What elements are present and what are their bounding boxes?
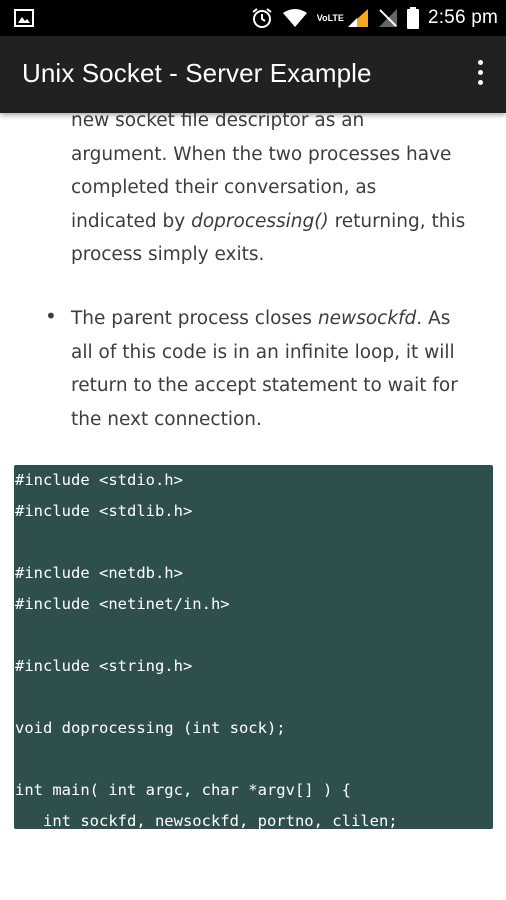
text-line: argument. When the two processes have — [71, 143, 452, 165]
code-line: #include <netdb.h> — [15, 564, 183, 582]
code-line: #include <stdlib.h> — [15, 502, 193, 520]
code-block[interactable]: #include <stdio.h> #include <stdlib.h> #… — [14, 465, 493, 829]
paragraph-1: new socket file descriptor as an argumen… — [71, 113, 496, 272]
clock: 2:56 pm — [427, 7, 498, 28]
page-title: Unix Socket - Server Example — [22, 58, 372, 88]
text-line: completed their conversation, as — [71, 177, 377, 198]
text-line: new socket file descriptor as an — [71, 113, 365, 131]
code-term: doprocessing() — [191, 210, 329, 232]
image-icon — [14, 9, 34, 27]
text-span: The parent process closes — [71, 308, 318, 329]
text-line: return to the accept statement to wait f… — [71, 375, 458, 396]
code-line: #include <netinet/in.h> — [15, 595, 230, 613]
wifi-icon — [282, 9, 307, 27]
text-span: . As — [416, 308, 451, 329]
text-line: all of this code is in an infinite loop,… — [71, 341, 455, 363]
code-line: void doprocessing (int sock); — [15, 719, 286, 737]
text-line: the next connection. — [71, 408, 262, 430]
app-bar: Unix Socket - Server Example — [0, 36, 506, 113]
code-line: #include <string.h> — [15, 657, 193, 675]
status-bar: VoLTE 2:56 pm — [0, 0, 506, 36]
text-line: The parent process closes newsockfd. As — [71, 302, 496, 336]
text-span: returning, this — [334, 210, 466, 232]
no-signal-icon — [378, 9, 397, 27]
battery-icon — [406, 7, 419, 29]
code-line: int sockfd, newsockfd, portno, clilen; — [15, 812, 398, 829]
bullet-marker: • — [45, 304, 57, 328]
signal-icon — [347, 9, 368, 27]
alarm-icon — [252, 8, 272, 28]
more-vert-icon[interactable] — [472, 60, 488, 90]
code-term: newsockfd — [317, 308, 417, 329]
text-line: indicated by doprocessing() returning, t… — [71, 205, 496, 239]
volte-label: VoLTE — [316, 13, 344, 23]
article-content: new socket file descriptor as an argumen… — [0, 113, 506, 900]
text-span: indicated by — [71, 210, 192, 232]
text-line: process simply exits. — [71, 244, 265, 265]
code-line: int main( int argc, char *argv[] ) { — [15, 781, 351, 799]
paragraph-2: The parent process closes newsockfd. As … — [71, 302, 496, 436]
code-line: #include <stdio.h> — [15, 471, 183, 489]
